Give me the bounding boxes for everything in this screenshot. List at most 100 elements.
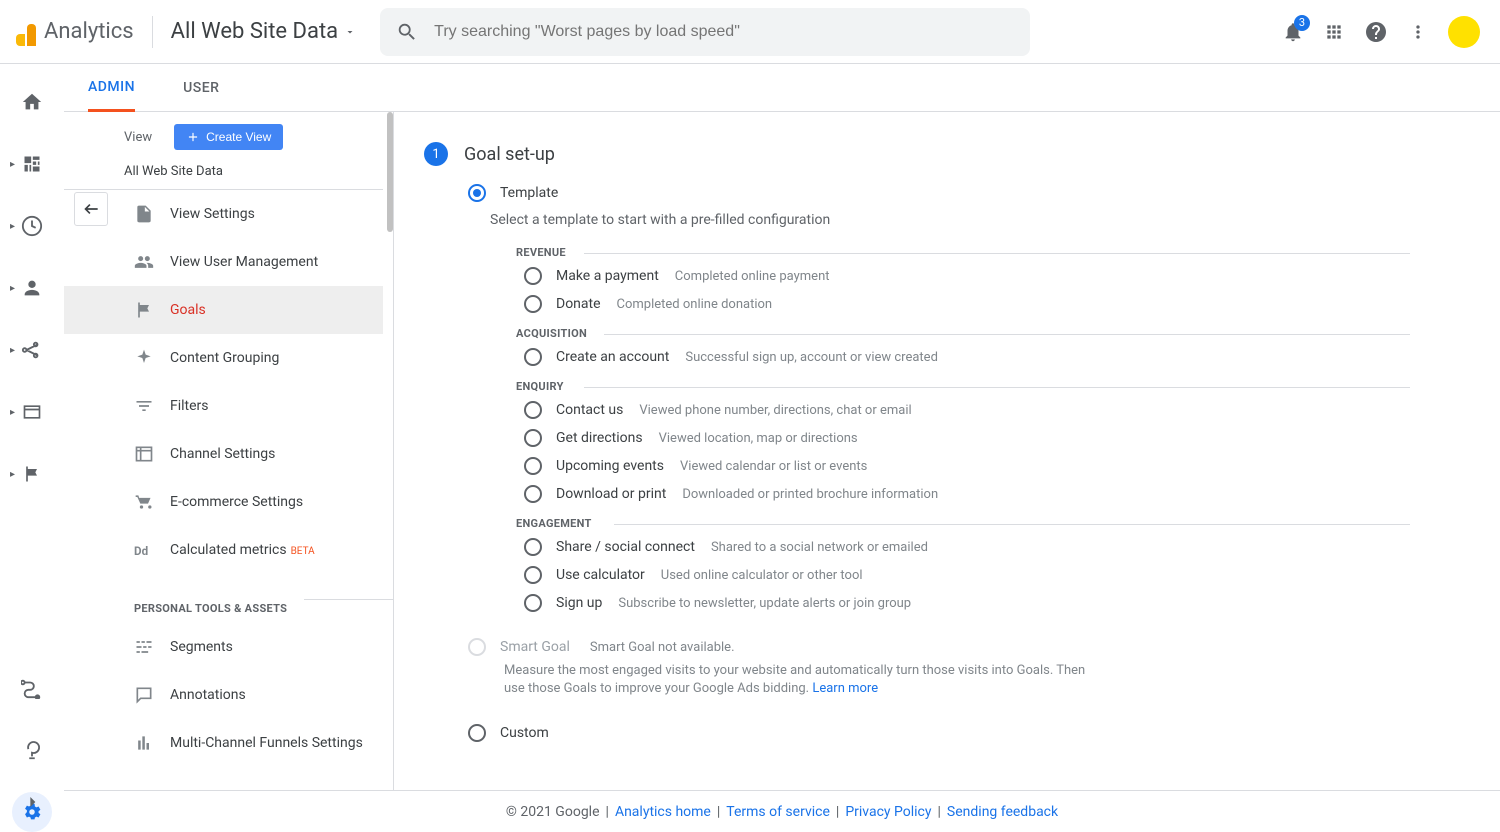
footer-link-feedback[interactable]: Sending feedback <box>947 804 1058 820</box>
footer-link-home[interactable]: Analytics home <box>615 804 711 820</box>
menu-item[interactable]: Channel Settings <box>64 430 383 478</box>
template-option[interactable]: Use calculatorUsed online calculator or … <box>424 566 1410 584</box>
template-option[interactable]: Create an account Successful sign up, acc… <box>424 348 1410 366</box>
menu-item[interactable]: DdCalculated metricsBETA <box>64 526 383 574</box>
menu-item[interactable]: Goals <box>64 286 383 334</box>
option-desc: Subscribe to newsletter, update alerts o… <box>618 596 911 611</box>
analytics-logo[interactable]: Analytics <box>16 18 134 46</box>
option-desc: Downloaded or printed brochure informati… <box>682 487 938 502</box>
learn-more-link[interactable]: Learn more <box>812 681 878 696</box>
svg-text:Dd: Dd <box>134 544 148 558</box>
option-desc: Used online calculator or other tool <box>661 568 863 583</box>
user-avatar[interactable] <box>1448 16 1480 48</box>
apps-icon[interactable] <box>1324 22 1344 42</box>
analytics-logo-icon <box>16 18 36 46</box>
radio-option[interactable] <box>524 457 542 475</box>
footer-link-privacy[interactable]: Privacy Policy <box>845 804 931 820</box>
personal-tools-header: PERSONAL TOOLS & ASSETS <box>64 574 393 623</box>
radio-option[interactable] <box>524 295 542 313</box>
rail-conversions[interactable]: ▸ <box>12 454 52 494</box>
template-option[interactable]: DonateCompleted online donation <box>424 295 1410 313</box>
menu-label: Content Grouping <box>170 350 279 366</box>
menu-label: Filters <box>170 398 209 414</box>
template-help: Select a template to start with a pre-fi… <box>424 212 1410 228</box>
radio-template[interactable] <box>468 184 486 202</box>
option-label: Sign up <box>556 595 602 611</box>
rail-discover[interactable] <box>12 730 52 770</box>
footer: © 2021 Google | Analytics home | Terms o… <box>64 790 1500 832</box>
category-header: ACQUISITION <box>424 327 1410 340</box>
template-option[interactable]: Make a paymentCompleted online payment <box>424 267 1410 285</box>
search-box[interactable] <box>380 8 1030 56</box>
page-icon <box>22 402 42 422</box>
help-icon[interactable] <box>1364 20 1388 44</box>
radio-option[interactable] <box>524 485 542 503</box>
clock-icon <box>21 215 43 237</box>
column-scrollbar[interactable] <box>387 112 393 232</box>
tab-user[interactable]: USER <box>183 64 219 112</box>
radio-option[interactable] <box>524 267 542 285</box>
smart-goal-help: Measure the most engaged visits to your … <box>468 662 1108 698</box>
option-desc: Successful sign up, account or view crea… <box>685 350 938 365</box>
menu-icon <box>134 492 154 512</box>
smart-goal-unavailable: Smart Goal not available. <box>590 640 735 655</box>
menu-item[interactable]: View User Management <box>64 238 383 286</box>
rail-home[interactable] <box>12 82 52 122</box>
rail-realtime[interactable]: ▸ <box>12 206 52 246</box>
template-option[interactable]: Download or printDownloaded or printed b… <box>424 485 1410 503</box>
radio-option[interactable] <box>524 566 542 584</box>
rail-attribution[interactable] <box>12 668 52 708</box>
back-button[interactable] <box>74 192 108 226</box>
path-icon <box>21 677 43 699</box>
menu-item[interactable]: Content Grouping <box>64 334 383 382</box>
more-vert-icon[interactable] <box>1408 22 1428 42</box>
radio-option[interactable] <box>524 348 542 366</box>
option-label: Make a payment <box>556 268 659 284</box>
rail-behavior[interactable]: ▸ <box>12 392 52 432</box>
menu-icon <box>134 733 154 753</box>
template-label: Template <box>500 185 558 201</box>
menu-item[interactable]: View Settings <box>64 190 383 238</box>
menu-item[interactable]: Segments <box>64 623 383 671</box>
rail-acquisition[interactable]: ▸ <box>12 330 52 370</box>
admin-view-column: View Create View All Web Site Data View … <box>64 112 394 790</box>
menu-item[interactable]: E-commerce Settings <box>64 478 383 526</box>
footer-link-terms[interactable]: Terms of service <box>726 804 830 820</box>
widgets-icon <box>22 154 42 174</box>
template-option[interactable]: Sign up Subscribe to newsletter, update a… <box>424 594 1410 612</box>
option-label: Create an account <box>556 349 669 365</box>
menu-item[interactable]: Filters <box>64 382 383 430</box>
option-desc: Shared to a social network or emailed <box>711 540 928 555</box>
create-view-button[interactable]: Create View <box>174 124 283 150</box>
search-input[interactable] <box>434 23 1014 41</box>
option-desc: Viewed location, map or directions <box>659 431 858 446</box>
template-option[interactable]: Share / social connectShared to a social… <box>424 538 1410 556</box>
radio-option[interactable] <box>524 594 542 612</box>
menu-icon <box>134 685 154 705</box>
step-title: Goal set-up <box>464 144 555 165</box>
view-selector[interactable]: All Web Site Data <box>64 158 383 190</box>
radio-option[interactable] <box>524 401 542 419</box>
rail-customization[interactable]: ▸ <box>12 144 52 184</box>
radio-custom[interactable] <box>468 724 486 742</box>
radio-smart-goal <box>468 638 486 656</box>
chevron-right-icon <box>22 792 42 812</box>
goal-form: 1 Goal set-up Template Select a template… <box>394 112 1500 790</box>
menu-item[interactable]: Annotations <box>64 671 383 719</box>
template-option[interactable]: Contact usViewed phone number, direction… <box>424 401 1410 419</box>
tab-admin[interactable]: ADMIN <box>88 64 135 112</box>
share-icon <box>21 339 43 361</box>
account-selector[interactable]: All Web Site Data <box>171 19 356 44</box>
menu-label: View Settings <box>170 206 255 222</box>
account-selector-label: All Web Site Data <box>171 19 338 44</box>
menu-item[interactable]: Multi-Channel Funnels Settings <box>64 719 383 767</box>
rail-audience[interactable]: ▸ <box>12 268 52 308</box>
collapse-nav-button[interactable] <box>16 786 48 818</box>
notifications-button[interactable]: 3 <box>1282 21 1304 43</box>
radio-option[interactable] <box>524 429 542 447</box>
option-label: Get directions <box>556 430 643 446</box>
template-option[interactable]: Upcoming eventsViewed calendar or list o… <box>424 457 1410 475</box>
radio-option[interactable] <box>524 538 542 556</box>
template-option[interactable]: Get directions Viewed location, map or di… <box>424 429 1410 447</box>
menu-icon <box>134 396 154 416</box>
